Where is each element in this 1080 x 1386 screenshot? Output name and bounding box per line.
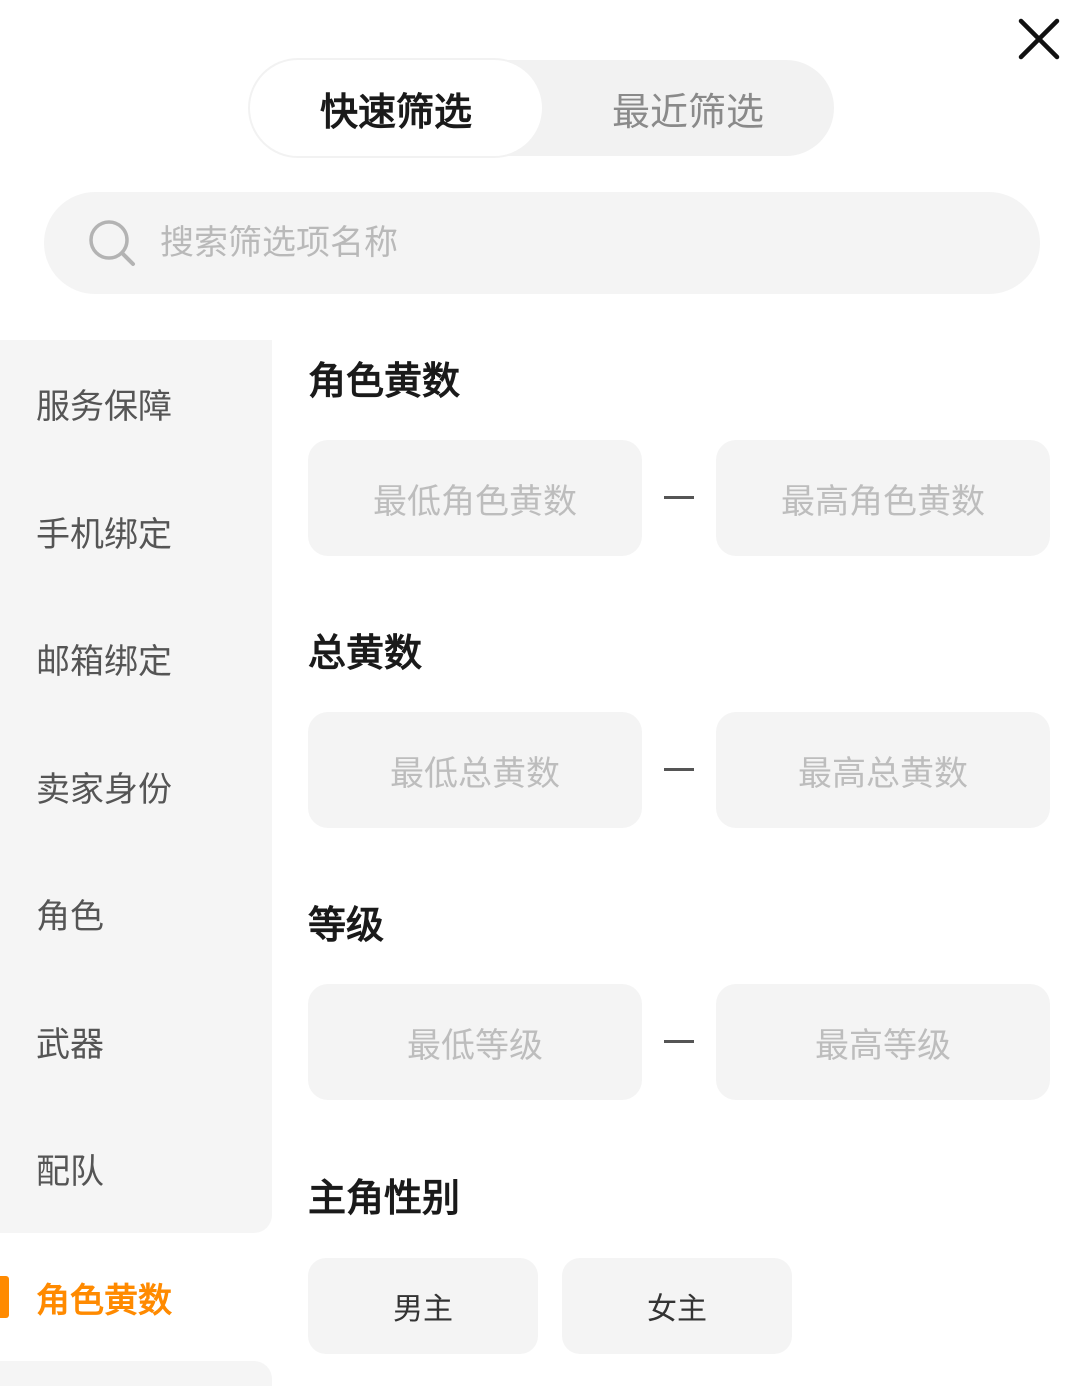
range-separator [664,768,694,771]
search-icon [89,220,135,266]
range-separator [664,496,694,499]
min-role-gold-input[interactable]: 最低角色黄数 [308,440,642,556]
sidebar-item-seller-identity[interactable]: 卖家身份 [0,723,272,851]
range-separator [664,1040,694,1043]
search-bar [44,192,1040,294]
section-title-total-gold: 总黄数 [308,631,423,675]
section-title-gender: 主角性别 [308,1176,461,1220]
close-button[interactable] [1012,12,1066,66]
gender-option-female[interactable]: 女主 [562,1258,792,1354]
category-sidebar: 服务保障 手机绑定 邮箱绑定 卖家身份 角色 武器 配队 [0,340,272,1233]
max-role-gold-input[interactable]: 最高角色黄数 [716,440,1050,556]
max-total-gold-input[interactable]: 最高总黄数 [716,712,1050,828]
sidebar-item-service-guarantee[interactable]: 服务保障 [0,340,272,468]
gender-option-male[interactable]: 男主 [308,1258,538,1354]
min-total-gold-input[interactable]: 最低总黄数 [308,712,642,828]
sidebar-item-email-binding[interactable]: 邮箱绑定 [0,595,272,723]
tab-quick-filter[interactable]: 快速筛选 [250,60,542,156]
sidebar-item-weapon[interactable]: 武器 [0,978,272,1106]
search-input[interactable] [160,213,960,273]
tab-recent-filter[interactable]: 最近筛选 [542,60,834,156]
section-title-level: 等级 [308,903,385,947]
sidebar-item-label: 角色黄数 [36,1280,172,1321]
close-icon [1018,18,1060,60]
min-level-input[interactable]: 最低等级 [308,984,642,1100]
active-indicator [0,1276,9,1318]
filter-mode-tabs: 快速筛选 最近筛选 [250,60,834,156]
sidebar-item-role-gold-active[interactable]: 角色黄数 [0,1233,272,1361]
sidebar-item-phone-binding[interactable]: 手机绑定 [0,468,272,596]
sidebar-item-team[interactable]: 配队 [0,1105,272,1233]
sidebar-next-item [0,1361,272,1386]
section-title-role-gold: 角色黄数 [308,359,461,403]
filter-panel: 快速筛选 最近筛选 服务保障 手机绑定 邮箱绑定 卖家身份 角色 武器 配队 角… [0,0,1080,1386]
max-level-input[interactable]: 最高等级 [716,984,1050,1100]
sidebar-item-character[interactable]: 角色 [0,850,272,978]
